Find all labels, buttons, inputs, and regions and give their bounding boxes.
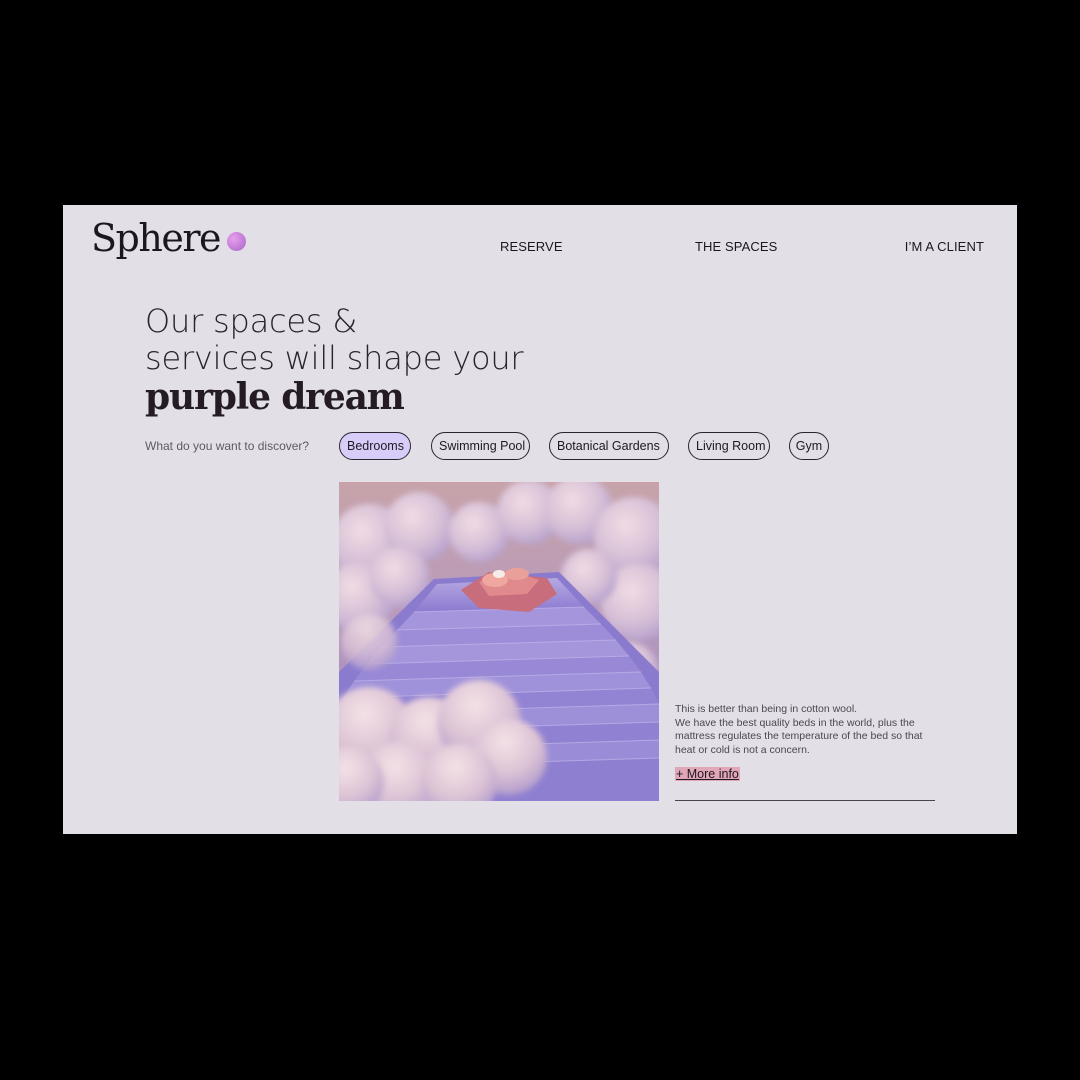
nav-the-spaces-link[interactable]: THE SPACES	[695, 239, 777, 254]
more-info-link[interactable]: + More info	[675, 767, 740, 781]
bed-on-cloud-steps-image	[339, 482, 659, 801]
chip-living-room[interactable]: Living Room	[688, 432, 770, 460]
hero-line-1: Our spaces &	[145, 302, 358, 340]
chip-swimming-pool[interactable]: Swimming Pool	[431, 432, 530, 460]
feature-description: This is better than being in cotton wool…	[675, 703, 925, 757]
hero-headline: Our spaces & services will shape your pu…	[145, 302, 665, 418]
feature-description-line-2: We have the best quality beds in the wor…	[675, 716, 923, 756]
chip-gym[interactable]: Gym	[789, 432, 829, 460]
divider-line	[675, 800, 935, 801]
hero-line-3: purple dream	[145, 376, 405, 418]
chip-bedrooms[interactable]: Bedrooms	[339, 432, 411, 460]
brand-dot-icon	[226, 231, 246, 251]
nav-reserve-link[interactable]: RESERVE	[500, 239, 563, 254]
brand-logo[interactable]: Sphere	[91, 219, 246, 257]
nav-client-link[interactable]: I’M A CLIENT	[905, 239, 984, 254]
brand-name: Sphere	[91, 216, 221, 260]
feature-description-line-1: This is better than being in cotton wool…	[675, 703, 858, 715]
discover-label: What do you want to discover?	[145, 439, 310, 453]
hero-line-2: services will shape your	[145, 339, 524, 377]
page-frame: Sphere RESERVE THE SPACES I’M A CLIENT O…	[63, 205, 1017, 834]
chip-botanical-gardens[interactable]: Botanical Gardens	[549, 432, 669, 460]
